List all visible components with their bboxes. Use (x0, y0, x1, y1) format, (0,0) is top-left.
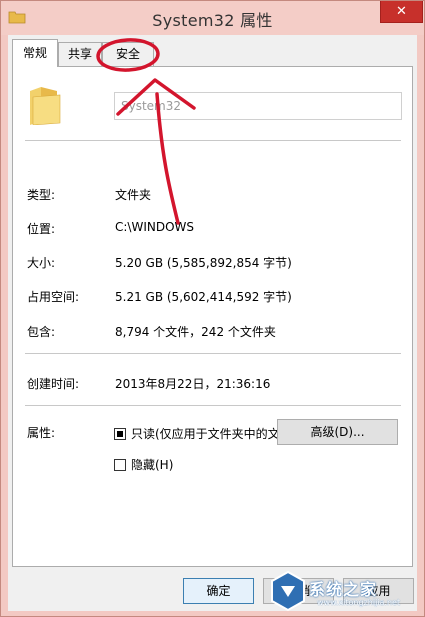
attributes-label: 属性: (27, 426, 56, 440)
general-tab-panel: 类型: 文件夹 位置: C:\WINDOWS 大小: 5.20 GB (5,58… (12, 66, 413, 567)
created-value: 2013年8月22日，21:36:16 (115, 377, 271, 391)
contains-value: 8,794 个文件，242 个文件夹 (115, 325, 276, 339)
tab-sharing[interactable]: 共享 (58, 42, 102, 66)
hidden-checkbox[interactable] (114, 459, 126, 471)
divider (25, 405, 401, 406)
readonly-checkbox[interactable] (114, 428, 126, 440)
close-button[interactable]: ✕ (380, 1, 423, 23)
type-value: 文件夹 (115, 188, 152, 202)
watermark: 系统之家 www.xitongzhijia.net (269, 570, 419, 612)
window-title: System32 属性 (152, 11, 273, 30)
contains-label: 包含: (27, 325, 56, 339)
advanced-button[interactable]: 高级(D)... (277, 419, 398, 445)
size-on-disk-label: 占用空间: (27, 290, 80, 304)
watermark-logo-icon (271, 570, 305, 612)
location-label: 位置: (27, 222, 56, 236)
watermark-text: 系统之家 (309, 580, 378, 599)
watermark-url: www.xitongzhijia.net (317, 598, 401, 607)
tab-general[interactable]: 常规 (12, 39, 58, 67)
dialog-client-area: 常规 共享 安全 类型: 文件夹 位置: C:\WINDOWS 大小: 5.20… (8, 35, 417, 611)
ok-button[interactable]: 确定 (183, 578, 254, 604)
type-label: 类型: (27, 188, 56, 202)
created-label: 创建时间: (27, 377, 80, 391)
location-value: C:\WINDOWS (115, 220, 195, 234)
hidden-label[interactable]: 隐藏(H) (131, 456, 173, 473)
tab-security[interactable]: 安全 (102, 42, 154, 66)
size-label: 大小: (27, 256, 56, 270)
size-value: 5.20 GB (5,585,892,854 字节) (115, 256, 292, 270)
divider (25, 353, 401, 354)
properties-window: System32 属性 ✕ 常规 共享 安全 类型: 文件夹 位置: C:\WI… (0, 0, 425, 617)
title-bar[interactable]: System32 属性 ✕ (1, 1, 424, 35)
divider (25, 140, 401, 141)
size-on-disk-value: 5.21 GB (5,602,414,592 字节) (115, 290, 292, 304)
large-folder-icon (30, 87, 61, 125)
folder-name-field[interactable] (114, 92, 402, 120)
